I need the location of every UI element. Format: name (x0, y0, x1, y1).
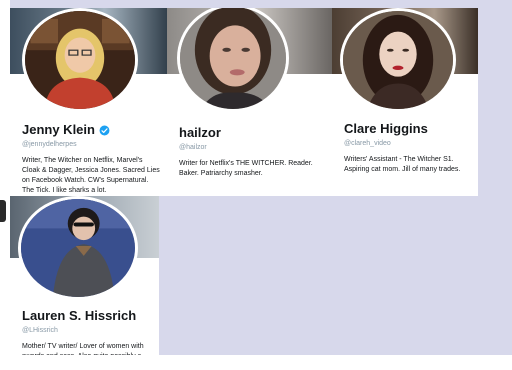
profile-bio: Writers' Assistant - The Witcher S1. Asp… (344, 156, 461, 173)
verified-badge-icon (99, 125, 110, 136)
profile-info: Lauren S. Hissrich @LHissrich Mother/ TV… (22, 308, 153, 360)
profile-card-clare-higgins[interactable]: Clare Higgins @clareh_video Writers' Ass… (332, 8, 478, 196)
profile-info: Jenny Klein @jennydelherpes Writer, The … (22, 122, 161, 196)
profile-card-lauren-hissrich[interactable]: Lauren S. Hissrich @LHissrich Mother/ TV… (10, 196, 159, 360)
profile-handle[interactable]: @hailzor (179, 144, 326, 151)
profile-name-text[interactable]: hailzor (179, 125, 221, 141)
profile-name-text[interactable]: Lauren S. Hissrich (22, 308, 136, 324)
profile-name[interactable]: Clare Higgins (344, 121, 472, 137)
avatar[interactable] (22, 8, 138, 112)
bottom-edge-strip (0, 355, 512, 370)
avatar[interactable] (18, 196, 138, 300)
profile-handle[interactable]: @clareh_video (344, 140, 472, 147)
left-edge-control (0, 200, 6, 222)
profile-card-jenny-klein[interactable]: Jenny Klein @jennydelherpes Writer, The … (10, 8, 167, 196)
profile-name-text[interactable]: Jenny Klein (22, 122, 95, 138)
profile-name[interactable]: Lauren S. Hissrich (22, 308, 153, 324)
profile-bio: Writer for Netflix's THE WITCHER. Reader… (179, 160, 313, 177)
profile-name[interactable]: Jenny Klein (22, 122, 161, 138)
profile-card-hailzor[interactable]: hailzor @hailzor Writer for Netflix's TH… (167, 8, 332, 196)
profile-info: Clare Higgins @clareh_video Writers' Ass… (344, 121, 472, 175)
profile-name-text[interactable]: Clare Higgins (344, 121, 428, 137)
profile-info: hailzor @hailzor Writer for Netflix's TH… (179, 125, 326, 179)
profile-handle[interactable]: @LHissrich (22, 327, 153, 334)
profile-bio: Writer, The Witcher on Netflix, Marvel's… (22, 157, 160, 194)
avatar[interactable] (340, 8, 456, 112)
profile-handle[interactable]: @jennydelherpes (22, 141, 161, 148)
profile-name[interactable]: hailzor (179, 125, 326, 141)
avatar[interactable] (177, 8, 289, 112)
left-edge-strip (0, 0, 10, 370)
